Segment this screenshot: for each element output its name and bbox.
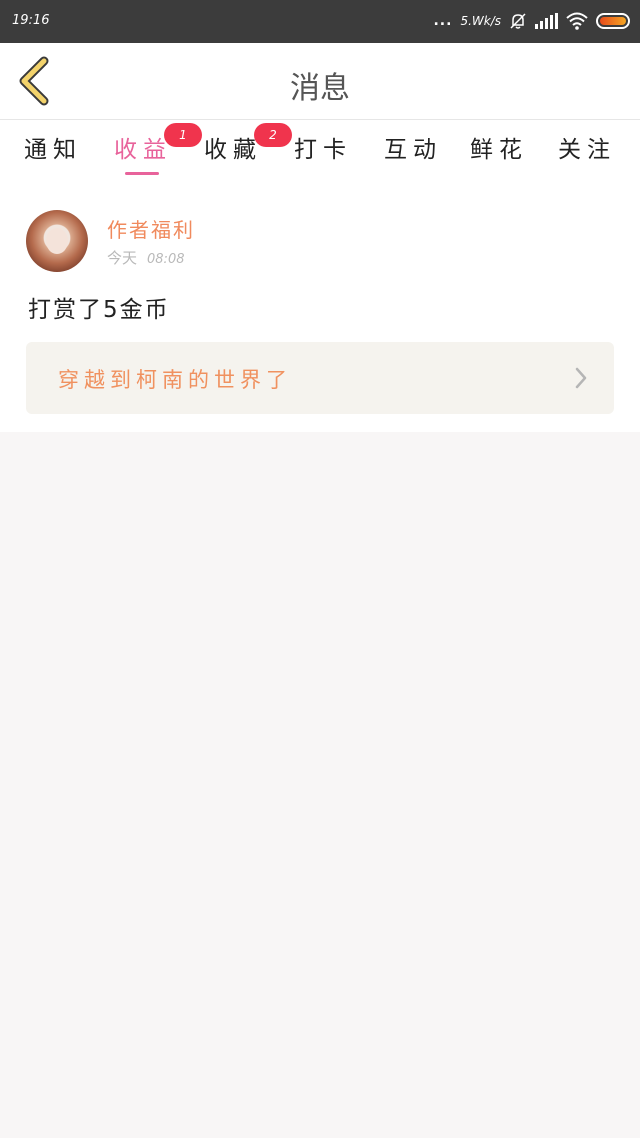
tab-label: 鲜花	[470, 137, 528, 163]
message-date: 今天	[107, 249, 138, 267]
mute-bell-icon	[510, 13, 526, 29]
tab-notifications[interactable]: 通知	[22, 130, 84, 170]
tab-bar: 通知 收益 1 收藏 2 打卡 互动 鲜花 关注	[0, 120, 640, 182]
tab-interactions[interactable]: 互动	[382, 130, 444, 170]
chevron-right-icon	[575, 367, 587, 389]
tab-label: 互动	[384, 137, 442, 163]
avatar[interactable]	[26, 210, 88, 272]
more-dots: ...	[433, 13, 453, 29]
tab-favorites[interactable]: 收藏 2	[202, 123, 292, 170]
active-tab-indicator	[125, 172, 159, 175]
signal-icon	[535, 13, 558, 29]
message-timestamp: 今天 08:08	[107, 247, 184, 268]
avatar-face	[46, 228, 68, 254]
tab-flowers[interactable]: 鲜花	[468, 130, 530, 170]
linked-work-title: 穿越到柯南的世界了	[58, 368, 292, 392]
page-title: 消息	[290, 71, 350, 106]
tab-earnings[interactable]: 收益 1	[112, 123, 202, 170]
battery-level	[600, 17, 626, 25]
message-time: 08:08	[147, 252, 185, 267]
header: 消息	[0, 43, 640, 120]
tab-following[interactable]: 关注	[556, 130, 618, 170]
tab-label: 打卡	[294, 137, 352, 163]
tab-label: 收藏	[204, 137, 262, 163]
status-time: 19:16	[12, 13, 50, 28]
status-bar: 19:16 ... 5.Wk/s	[0, 0, 640, 43]
author-name[interactable]: 作者福利	[107, 214, 195, 243]
message-item: 作者福利 今天 08:08 打赏了5金币 穿越到柯南的世界了	[0, 182, 640, 432]
network-speed: 5.Wk/s	[460, 14, 501, 28]
battery-icon	[596, 13, 630, 29]
unread-badge: 1	[164, 123, 202, 147]
message-text: 打赏了5金币	[28, 297, 170, 323]
status-icons: ... 5.Wk/s	[433, 9, 630, 33]
tab-label: 收益	[114, 137, 172, 163]
unread-badge: 2	[254, 123, 292, 147]
wifi-icon	[566, 12, 588, 30]
linked-work-card[interactable]: 穿越到柯南的世界了	[26, 342, 614, 414]
tab-checkin[interactable]: 打卡	[292, 130, 354, 170]
tab-label: 通知	[24, 137, 82, 163]
tab-label: 关注	[558, 137, 616, 163]
